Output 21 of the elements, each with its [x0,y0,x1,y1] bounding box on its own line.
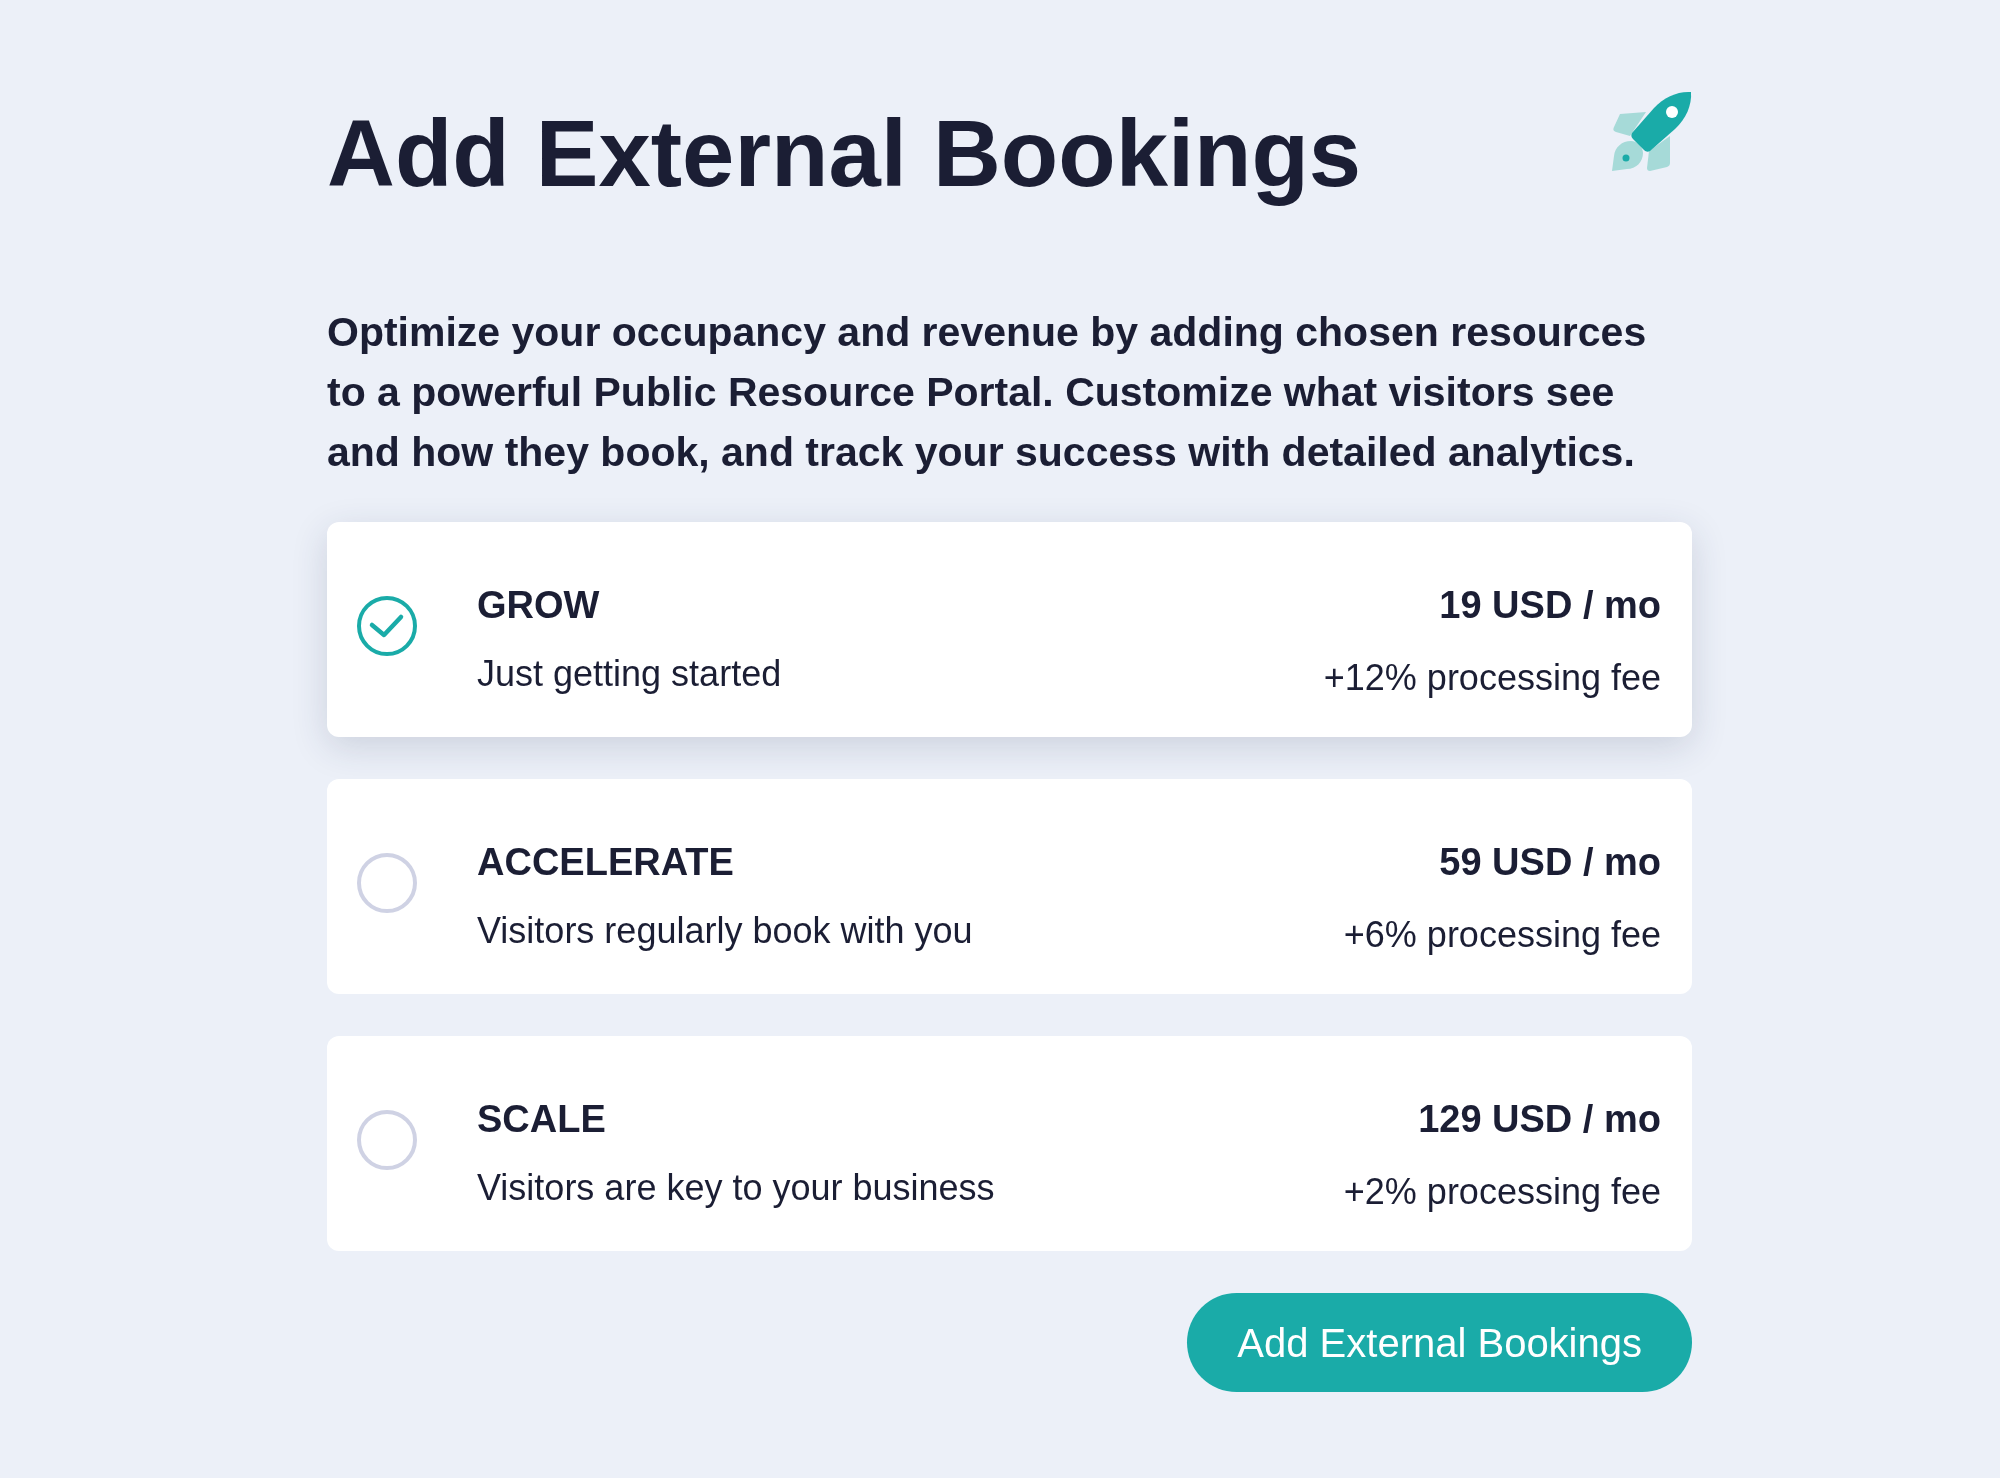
plan-name: GROW [477,583,600,627]
intro-text: Optimize your occupancy and revenue by adding chosen resources to a powerful Public Resource Portal. Customize what visitors see and how they book, and track your success with detailed analytics. [327,308,1648,477]
plan-name: SCALE [477,1097,606,1141]
plan-price: 19 USD / mo [1439,583,1661,627]
plan-option-card[interactable]: ACCELERATE Visitors regularly book with you 59 USD / mo +6% processing fee [327,779,1692,994]
plan-fee: +6% processing fee [1343,913,1661,957]
empty-circle-icon[interactable] [357,853,417,913]
empty-circle-icon[interactable] [357,1110,417,1170]
plan-option-card[interactable]: SCALE Visitors are key to your business 129 USD / mo +2% processing fee [327,1036,1692,1251]
plan-tagline: Visitors regularly book with you [477,909,973,953]
rocket-icon [1612,91,1692,171]
plan-option-card[interactable]: GROW Just getting started 19 USD / mo +12% processing fee [327,522,1692,737]
plan-name: ACCELERATE [477,840,734,884]
plan-fee: +2% processing fee [1343,1170,1661,1214]
plan-price: 59 USD / mo [1439,840,1661,884]
plan-tagline: Just getting started [477,652,782,696]
plan-price: 129 USD / mo [1418,1097,1661,1141]
plan-tagline: Visitors are key to your business [477,1166,995,1210]
check-circle-icon[interactable] [357,596,417,656]
plan-fee: +12% processing fee [1323,656,1661,700]
page-title: Add External Bookings [327,100,1362,208]
